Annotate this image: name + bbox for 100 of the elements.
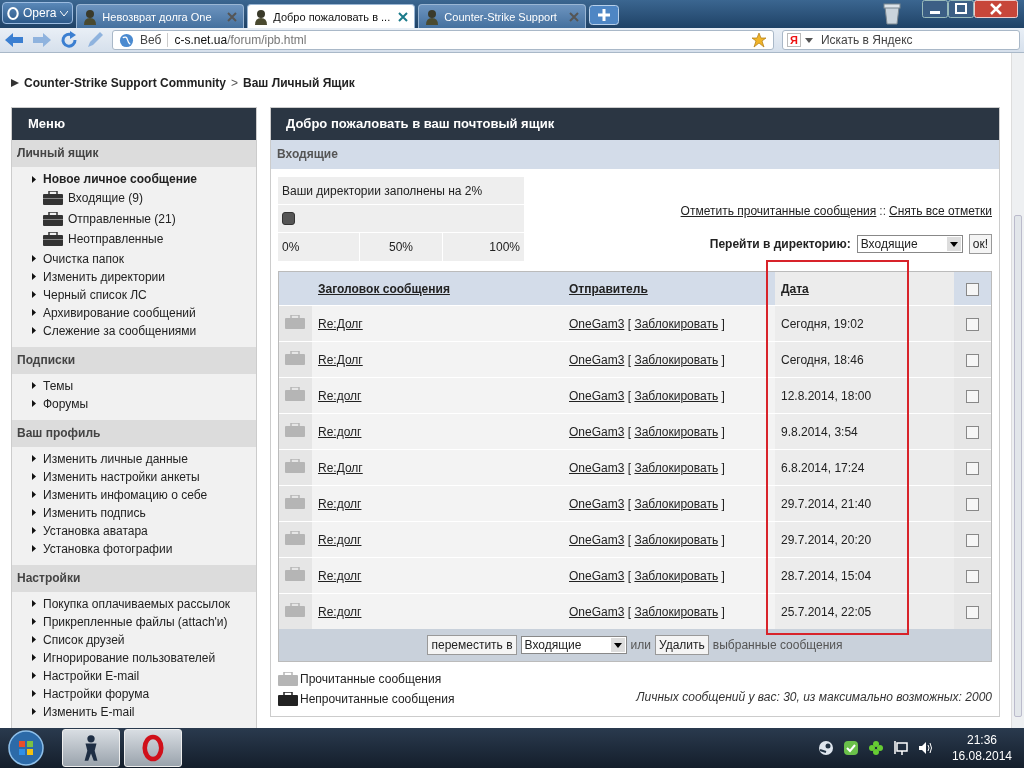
- mark-read-link[interactable]: Отметить прочитанные сообщения: [680, 204, 877, 218]
- menu-link[interactable]: Изменить директории: [43, 269, 165, 284]
- close-icon[interactable]: [398, 11, 409, 22]
- menu-link[interactable]: Игнорирование пользователей: [43, 650, 216, 665]
- row-checkbox[interactable]: [966, 497, 979, 511]
- browser-tab[interactable]: Добро пожаловать в ...: [247, 4, 416, 28]
- ok-button[interactable]: ок!: [968, 234, 992, 254]
- back-icon[interactable]: [4, 32, 24, 48]
- sender-link[interactable]: OneGam3: [569, 568, 625, 583]
- menu-link[interactable]: Установка фотографии: [43, 541, 173, 556]
- breadcrumb-link[interactable]: Ваш Личный Ящик: [243, 76, 355, 90]
- search-field[interactable]: Я Искать в Яндекс: [782, 30, 1020, 50]
- breadcrumb-link[interactable]: Counter-Strike Support Community: [24, 76, 226, 90]
- sender-link[interactable]: OneGam3: [569, 388, 625, 403]
- message-title-link[interactable]: Re:Долг: [318, 460, 363, 475]
- maximize-icon[interactable]: [948, 0, 974, 18]
- sender-link[interactable]: OneGam3: [569, 496, 625, 511]
- menu-link[interactable]: Установка аватара: [43, 523, 148, 538]
- folder-link[interactable]: Неотправленные: [68, 232, 164, 247]
- column-header[interactable]: Отправитель: [569, 281, 648, 296]
- close-icon[interactable]: [569, 11, 580, 22]
- block-link[interactable]: Заблокировать: [634, 424, 719, 439]
- block-link[interactable]: Заблокировать: [634, 388, 719, 403]
- network-icon[interactable]: [892, 740, 909, 756]
- block-link[interactable]: Заблокировать: [634, 316, 719, 331]
- row-checkbox[interactable]: [966, 353, 979, 367]
- close-icon[interactable]: [227, 11, 238, 22]
- block-link[interactable]: Заблокировать: [634, 568, 719, 583]
- browser-tab[interactable]: Невозврат долга One: [76, 4, 245, 28]
- minimize-icon[interactable]: [922, 0, 948, 18]
- row-checkbox[interactable]: [966, 461, 979, 475]
- move-button[interactable]: переместить в: [427, 635, 517, 655]
- sender-link[interactable]: OneGam3: [569, 532, 625, 547]
- scrollbar[interactable]: [1011, 53, 1024, 728]
- block-link[interactable]: Заблокировать: [634, 352, 719, 367]
- message-title-link[interactable]: Re:долг: [318, 424, 362, 439]
- clock[interactable]: 21:36 16.08.2014: [951, 732, 1012, 764]
- sender-link[interactable]: OneGam3: [569, 604, 625, 619]
- menu-link[interactable]: Форумы: [43, 396, 89, 411]
- block-link[interactable]: Заблокировать: [634, 496, 719, 511]
- reload-icon[interactable]: [60, 31, 78, 49]
- row-checkbox[interactable]: [966, 317, 979, 331]
- menu-link[interactable]: Темы: [43, 378, 74, 393]
- menu-link[interactable]: Очистка папок: [43, 251, 124, 266]
- star-icon[interactable]: [751, 32, 767, 48]
- folder-link[interactable]: Отправленные (21): [68, 211, 176, 226]
- folder-select[interactable]: Входящие: [856, 235, 963, 253]
- menu-link[interactable]: Новое личное сообщение: [43, 172, 197, 186]
- sender-link[interactable]: OneGam3: [569, 460, 625, 475]
- menu-link[interactable]: Изменить инфомацию о себе: [43, 487, 208, 502]
- speaker-icon[interactable]: [917, 740, 934, 756]
- message-title-link[interactable]: Re:долг: [318, 604, 362, 619]
- message-title-link[interactable]: Re:долг: [318, 388, 362, 403]
- folder-link[interactable]: Входящие (9): [68, 191, 143, 206]
- column-header[interactable]: Дата: [781, 281, 809, 296]
- message-title-link[interactable]: Re:долг: [318, 532, 362, 547]
- sender-link[interactable]: OneGam3: [569, 424, 625, 439]
- delete-button[interactable]: Удалить: [655, 635, 709, 655]
- block-link[interactable]: Заблокировать: [634, 460, 719, 475]
- menu-link[interactable]: Настройки E-mail: [43, 668, 140, 683]
- folder-icon: [43, 211, 63, 226]
- check-icon[interactable]: [842, 740, 859, 756]
- menu-link[interactable]: Настройки форума: [43, 686, 150, 701]
- row-checkbox[interactable]: [966, 389, 979, 403]
- pen-icon[interactable]: [86, 31, 104, 49]
- steam-icon[interactable]: [817, 740, 834, 756]
- menu-link[interactable]: Архивирование сообщений: [43, 305, 196, 320]
- row-checkbox[interactable]: [966, 425, 979, 439]
- unmark-link[interactable]: Снять все отметки: [889, 204, 992, 218]
- row-checkbox[interactable]: [966, 569, 979, 583]
- flower-icon[interactable]: [867, 740, 884, 756]
- block-link[interactable]: Заблокировать: [634, 532, 719, 547]
- forward-icon[interactable]: [32, 32, 52, 48]
- browser-tab[interactable]: Counter-Strike Support: [418, 4, 587, 28]
- menu-link[interactable]: Слежение за сообщениями: [43, 323, 197, 338]
- trash-icon[interactable]: [883, 3, 901, 25]
- select-all-checkbox[interactable]: [966, 282, 979, 296]
- menu-link[interactable]: Прикрепленные файлы (attach'и): [43, 614, 228, 629]
- block-link[interactable]: Заблокировать: [634, 604, 719, 619]
- taskbar-app-button[interactable]: [62, 729, 120, 767]
- opera-menu-button[interactable]: Opera: [2, 2, 74, 24]
- message-title-link[interactable]: Re:долг: [318, 568, 362, 583]
- message-title-link[interactable]: Re:долг: [318, 496, 362, 511]
- menu-link[interactable]: Изменить настройки анкеты: [43, 469, 200, 484]
- menu-link[interactable]: Изменить личные данные: [43, 451, 188, 466]
- row-checkbox[interactable]: [966, 605, 979, 619]
- start-button-icon[interactable]: [8, 730, 44, 766]
- target-select[interactable]: Входящие: [520, 636, 627, 654]
- menu-link[interactable]: Черный список ЛС: [43, 287, 147, 302]
- address-field[interactable]: Веб c-s.net.ua/forum/ipb.html: [112, 30, 774, 50]
- menu-link[interactable]: Список друзей: [43, 632, 125, 647]
- menu-link[interactable]: Покупка оплачиваемых рассылок: [43, 596, 231, 611]
- menu-link[interactable]: Изменить подпись: [43, 505, 146, 520]
- sender-link[interactable]: OneGam3: [569, 316, 625, 331]
- sender-link[interactable]: OneGam3: [569, 352, 625, 367]
- menu-link[interactable]: Изменить E-mail: [43, 704, 135, 719]
- message-title-link[interactable]: Re:Долг: [318, 352, 363, 367]
- message-title-link[interactable]: Re:Долг: [318, 316, 363, 331]
- plus-icon[interactable]: [589, 5, 620, 25]
- row-checkbox[interactable]: [966, 533, 979, 547]
